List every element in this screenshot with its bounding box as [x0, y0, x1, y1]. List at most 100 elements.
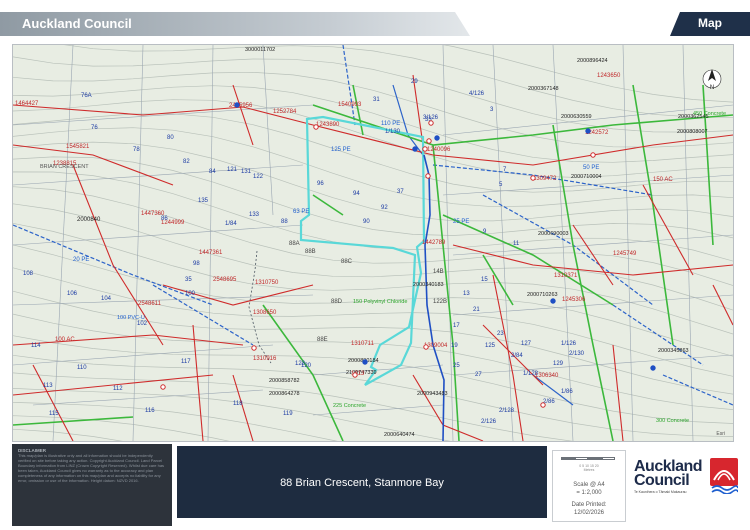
map-label: 2000630559	[561, 114, 592, 120]
map-label: 450 Concrete	[693, 111, 726, 117]
date-value: 12/02/2026	[573, 510, 605, 516]
map-label: 1540993	[338, 102, 362, 108]
map-label: 100	[185, 291, 196, 297]
asset-marker[interactable]	[434, 135, 440, 141]
map-label: 102	[137, 321, 148, 327]
map-label: 88D	[331, 299, 343, 305]
map-label: 2548695	[213, 277, 237, 283]
map-label: 125 PE	[331, 147, 351, 153]
map-label: 88C	[341, 259, 353, 265]
disclaimer-text: This map/plan is illustrative only and a…	[18, 453, 165, 483]
asset-marker[interactable]	[425, 173, 431, 179]
map-label: 108	[23, 271, 34, 277]
map-label: 119	[283, 411, 293, 417]
asset-marker[interactable]	[428, 120, 434, 126]
map-label: 113	[43, 383, 53, 389]
map-label: 1310711	[351, 341, 375, 347]
map-label: 1245306	[562, 297, 586, 303]
scale-units: 0 5 10 15 20 Metres	[553, 464, 625, 472]
asset-marker[interactable]	[585, 128, 591, 134]
map-label: 100 AC	[55, 337, 75, 343]
asset-marker[interactable]	[530, 175, 536, 181]
map-label: 2000943483	[417, 391, 448, 397]
map-label: 78	[133, 147, 140, 153]
map-label: 123	[295, 361, 306, 367]
map-label: 1/86	[561, 389, 573, 395]
map-label: 1308650	[253, 310, 277, 316]
asset-marker[interactable]	[423, 344, 429, 350]
map-label: 3000011702	[245, 47, 275, 53]
map-label: 25 PE	[453, 219, 469, 225]
asset-marker[interactable]	[160, 384, 166, 390]
map-label: 2000340183	[413, 282, 444, 288]
map-label: 2000864278	[269, 391, 300, 397]
scale-label: Scale @ A4	[573, 482, 605, 488]
map-canvas[interactable]: 3000011702 2000896424 2000367148 2000630559…	[13, 45, 733, 441]
asset-marker[interactable]	[550, 298, 556, 304]
map-label: 1310371	[554, 273, 578, 279]
map-label: 37	[397, 189, 404, 195]
map-label: 1442789	[422, 240, 446, 246]
map-label: 2000345863	[658, 348, 689, 354]
map-label: 20 PE	[73, 257, 89, 263]
asset-marker[interactable]	[362, 359, 368, 365]
asset-marker[interactable]	[540, 402, 546, 408]
map-label: 300 Concrete	[656, 418, 689, 424]
asset-marker[interactable]	[590, 152, 596, 158]
map-label: 1243650	[597, 73, 621, 79]
map-label: 135	[198, 198, 209, 204]
map-label: 94	[353, 191, 360, 197]
map-label: 2000640474	[384, 432, 415, 438]
asset-marker[interactable]	[650, 365, 656, 371]
map-label: 1252784	[273, 109, 297, 115]
map-label: 2000710004	[571, 174, 602, 180]
map-tab[interactable]: Map	[670, 12, 750, 36]
map-label: 150 Polyvinyl Chloride	[353, 299, 407, 305]
map-label: 2000858782	[269, 378, 300, 384]
map-label: 125	[485, 343, 496, 349]
asset-marker[interactable]	[234, 102, 240, 108]
map-label: 110	[77, 365, 87, 371]
map-label: 23	[497, 331, 504, 337]
map-label: 117	[181, 359, 191, 365]
map-label: 2/84	[511, 353, 523, 359]
logo-subtitle: Te Kaunihera o Tāmaki Makaurau	[634, 490, 687, 494]
map-label: 17	[453, 323, 460, 329]
map-label: 2000808007	[677, 129, 708, 135]
map-label: 104	[101, 296, 112, 302]
map-label: 88	[281, 219, 288, 225]
map-label: 96	[317, 181, 324, 187]
map-label: 31	[373, 97, 380, 103]
map-label: 1240096	[427, 147, 451, 153]
scale-text: Scale @ A4 = 1:2,000	[553, 481, 625, 497]
map-label: BRIAN CRESCENT	[40, 164, 89, 170]
asset-marker[interactable]	[412, 146, 418, 152]
map-label: 121	[227, 167, 238, 173]
map-label: 1545821	[66, 144, 90, 150]
property-address: 88 Brian Crescent, Stanmore Bay	[280, 477, 444, 489]
scale-unit-label: Metres	[583, 468, 595, 472]
map-label: 1309472	[533, 176, 557, 182]
map-label: 1/84	[225, 221, 237, 227]
map-label: 2/128	[499, 408, 515, 414]
asset-marker[interactable]	[422, 146, 428, 152]
map-label: 29	[411, 79, 418, 85]
map-label: 118	[233, 401, 243, 407]
header-band: Auckland Council	[0, 12, 470, 36]
asset-marker[interactable]	[426, 138, 432, 144]
asset-marker[interactable]	[313, 124, 319, 130]
map-label: 80	[167, 135, 174, 141]
map-tab-label: Map	[698, 16, 722, 30]
map-label: 1245749	[613, 251, 637, 257]
map-label: 1464427	[15, 101, 39, 107]
map-label: 2000690003	[538, 231, 569, 237]
asset-marker[interactable]	[251, 345, 257, 351]
map-view[interactable]: 3000011702 2000896424 2000367148 2000630559…	[12, 44, 734, 442]
map-label: 15	[481, 277, 488, 283]
map-label: 76	[91, 125, 98, 131]
map-label: 98	[193, 261, 200, 267]
map-label: 88A	[289, 241, 300, 247]
logo-emblem-icon	[710, 458, 738, 494]
map-label: 110 PE	[381, 121, 400, 127]
asset-marker[interactable]	[352, 372, 358, 378]
